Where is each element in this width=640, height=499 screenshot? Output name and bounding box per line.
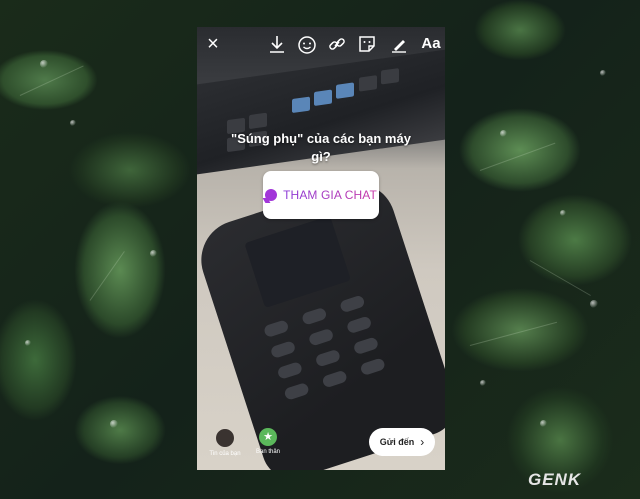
avatar bbox=[215, 428, 235, 448]
close-icon[interactable]: × bbox=[201, 33, 225, 57]
draw-pen-icon[interactable] bbox=[387, 33, 411, 57]
story-toolbar: × Aa bbox=[197, 27, 445, 63]
chat-bubble-icon bbox=[265, 189, 278, 201]
sticker-icon[interactable] bbox=[355, 33, 379, 57]
your-story-label: Tin của bạn bbox=[209, 451, 241, 457]
caption-line-1: "Súng phụ" của các bạn máy bbox=[231, 131, 411, 146]
story-editor-panel: × Aa "Súng phụ" của các bạn máy gì? THAM… bbox=[197, 27, 445, 470]
link-icon[interactable] bbox=[325, 33, 349, 57]
face-filter-icon[interactable] bbox=[295, 33, 319, 57]
star-icon: ★ bbox=[259, 428, 277, 446]
join-chat-label: THAM GIA CHAT bbox=[283, 188, 377, 202]
close-friends-option[interactable]: ★ Bạn thân bbox=[248, 428, 288, 455]
text-tool-button[interactable]: Aa bbox=[417, 33, 445, 57]
caption-line-2: gì? bbox=[311, 149, 331, 164]
send-to-label: Gửi đến bbox=[379, 437, 415, 447]
your-story-option[interactable]: Tin của bạn bbox=[205, 428, 245, 457]
story-caption: "Súng phụ" của các bạn máy gì? bbox=[197, 130, 445, 166]
chevron-right-icon: › bbox=[420, 435, 425, 449]
genk-watermark-logo: GENK bbox=[528, 470, 582, 489]
send-to-button[interactable]: Gửi đến › bbox=[369, 428, 435, 456]
download-icon[interactable] bbox=[265, 33, 289, 57]
close-friends-label: Bạn thân bbox=[255, 449, 281, 455]
join-chat-sticker[interactable]: THAM GIA CHAT bbox=[263, 171, 379, 219]
